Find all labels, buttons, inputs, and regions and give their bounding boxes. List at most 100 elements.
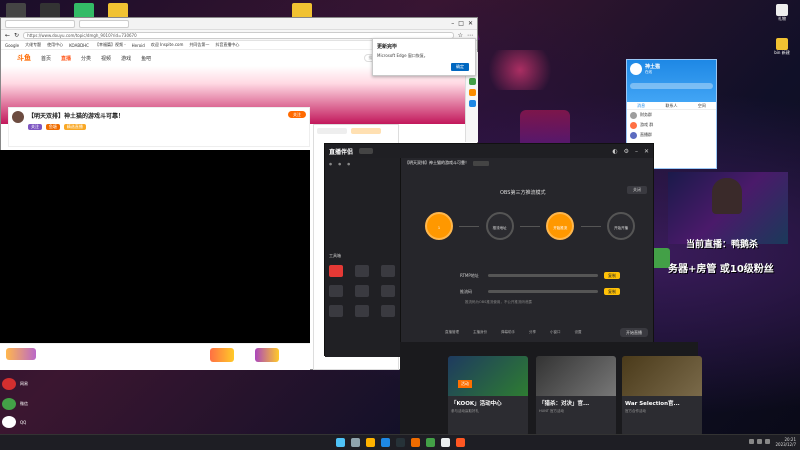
tab-space[interactable]: 空间 — [698, 102, 706, 109]
tools-icon[interactable] — [468, 78, 476, 85]
event-card[interactable]: 活动 「KOOK」活动中心 参与活动赢取好礼 — [448, 356, 528, 436]
popup-ok-button[interactable]: 确定 — [451, 63, 469, 71]
tool-admin-icon[interactable] — [355, 305, 369, 317]
panel-tab[interactable] — [351, 128, 381, 134]
close-icon[interactable]: ✕ — [468, 20, 473, 27]
event-card[interactable]: 「猎杀：对决」官... HUNT 官方活动 — [536, 356, 616, 436]
event-card[interactable]: War Selection官... 官方合作活动 — [622, 356, 702, 436]
list-item[interactable]: 财务群 — [627, 110, 716, 120]
video-player[interactable] — [0, 150, 310, 343]
clock[interactable]: 20:21 2023/12/7 — [775, 437, 796, 447]
browser-tab[interactable] — [5, 19, 75, 28]
netease-icon[interactable] — [2, 378, 16, 390]
tab-source[interactable]: ● — [338, 162, 341, 166]
volume-icon[interactable] — [757, 439, 762, 444]
companion-left-panel: ● ● ● 工具箱 — [325, 158, 401, 357]
follow-button[interactable]: 关注 — [288, 111, 306, 118]
bookmark-item[interactable]: Google — [5, 43, 19, 48]
tool-record-icon[interactable] — [355, 265, 369, 277]
tab-scene[interactable]: ● — [329, 162, 332, 166]
desktop-icon-label: bin 新建 — [774, 50, 790, 55]
avatar[interactable] — [630, 63, 642, 75]
bookmark-item[interactable]: KOABDHC — [69, 43, 89, 48]
streamer-avatar[interactable] — [12, 111, 24, 123]
outlook-icon[interactable] — [468, 100, 476, 107]
wechat-icon[interactable] — [425, 438, 435, 447]
nav-item-active[interactable]: 直播 — [61, 55, 71, 62]
tool-item[interactable]: 分享 — [529, 330, 536, 335]
trash-icon[interactable] — [776, 4, 788, 16]
wifi-icon[interactable] — [749, 439, 754, 444]
qq-icon[interactable] — [2, 416, 16, 428]
site-logo[interactable]: 斗鱼 — [17, 53, 31, 63]
tool-item[interactable]: 主播身份 — [473, 330, 487, 335]
battery-icon[interactable] — [765, 439, 770, 444]
tool-gift-icon[interactable] — [355, 285, 369, 297]
close-icon[interactable]: ✕ — [644, 148, 649, 155]
qq-status[interactable]: 在线 — [645, 70, 660, 75]
edge-icon[interactable] — [380, 438, 390, 447]
gift-icon[interactable] — [6, 348, 36, 360]
gift-icon[interactable] — [255, 348, 279, 362]
tab-messages[interactable]: 消息 — [637, 102, 645, 109]
panel-tab[interactable] — [317, 128, 347, 134]
bookmark-item[interactable]: Heroid — [132, 43, 145, 48]
stream-tag[interactable]: 鱼塘 — [45, 124, 60, 130]
tool-pk-icon[interactable] — [329, 285, 343, 297]
nav-item[interactable]: 视频 — [101, 55, 111, 62]
category-badge[interactable] — [473, 160, 489, 166]
tool-more-icon[interactable] — [381, 305, 395, 317]
tool-room-icon[interactable] — [329, 305, 343, 317]
nav-item[interactable]: 鱼吧 — [141, 55, 151, 62]
bookmark-item[interactable]: 使用中心 — [47, 42, 63, 48]
stream-tag[interactable]: 精选直播 — [63, 124, 86, 130]
browser-tab[interactable] — [79, 19, 129, 28]
bookmark-item[interactable]: 欢迎 Inspite.com — [151, 42, 184, 48]
start-icon[interactable] — [335, 438, 345, 447]
tool-play-icon[interactable] — [381, 285, 395, 297]
minimize-icon[interactable]: – — [635, 148, 638, 155]
qq-search-input[interactable] — [630, 83, 713, 89]
rtmp-address-field[interactable] — [488, 274, 598, 277]
douyu-icon[interactable] — [455, 438, 465, 447]
app-icon[interactable] — [410, 438, 420, 447]
skin-icon[interactable]: ◐ — [612, 148, 617, 155]
tool-item[interactable]: 小窗口 — [550, 330, 561, 335]
search-icon[interactable] — [350, 438, 360, 447]
settings-icon[interactable]: ⚙ — [624, 148, 629, 155]
tab-audio[interactable]: ● — [347, 162, 350, 166]
bookmark-item[interactable]: 共同告第一 — [189, 42, 209, 48]
list-item[interactable]: 游戏 群 — [627, 120, 716, 130]
close-mode-button[interactable]: 关闭 — [627, 186, 647, 194]
wechat-icon[interactable] — [2, 398, 16, 410]
tool-item[interactable]: 设置 — [575, 330, 582, 335]
stream-key-field[interactable] — [488, 290, 598, 293]
maximize-icon[interactable]: □ — [458, 20, 464, 27]
back-icon[interactable]: ← — [5, 32, 10, 39]
tab-contacts[interactable]: 联系人 — [665, 102, 677, 109]
nav-item[interactable]: 游戏 — [121, 55, 131, 62]
bookmark-item[interactable]: 【幸福篇】视频 - — [95, 42, 126, 48]
tool-item[interactable]: 直播管理 — [445, 330, 459, 335]
stream-tag[interactable]: 关注 — [28, 124, 42, 130]
copy-key-button[interactable]: 复制 — [604, 288, 620, 295]
file-explorer-icon[interactable] — [365, 438, 375, 447]
steam-icon[interactable] — [395, 438, 405, 447]
gift-icon[interactable] — [210, 348, 234, 362]
nav-item[interactable]: 首页 — [41, 55, 51, 62]
tool-task-icon[interactable] — [381, 265, 395, 277]
tool-screen-icon[interactable] — [329, 265, 343, 277]
list-item[interactable]: 直播群 — [627, 130, 716, 140]
refresh-icon[interactable]: ↻ — [14, 32, 19, 39]
folder-icon[interactable] — [776, 38, 788, 50]
nav-item[interactable]: 分类 — [81, 55, 91, 62]
toolbox-label: 工具箱 — [329, 253, 341, 258]
bookmark-item[interactable]: 大佬专题 — [25, 42, 41, 48]
bookmark-item[interactable]: 抖音直播中心 — [215, 42, 239, 48]
tool-item[interactable]: 弹幕助手 — [501, 330, 515, 335]
office-icon[interactable] — [468, 89, 476, 96]
copy-rtmp-button[interactable]: 复制 — [604, 272, 620, 279]
start-live-button[interactable]: 开始直播 — [620, 328, 648, 337]
qq-icon[interactable] — [440, 438, 450, 447]
minimize-icon[interactable]: – — [451, 20, 454, 27]
